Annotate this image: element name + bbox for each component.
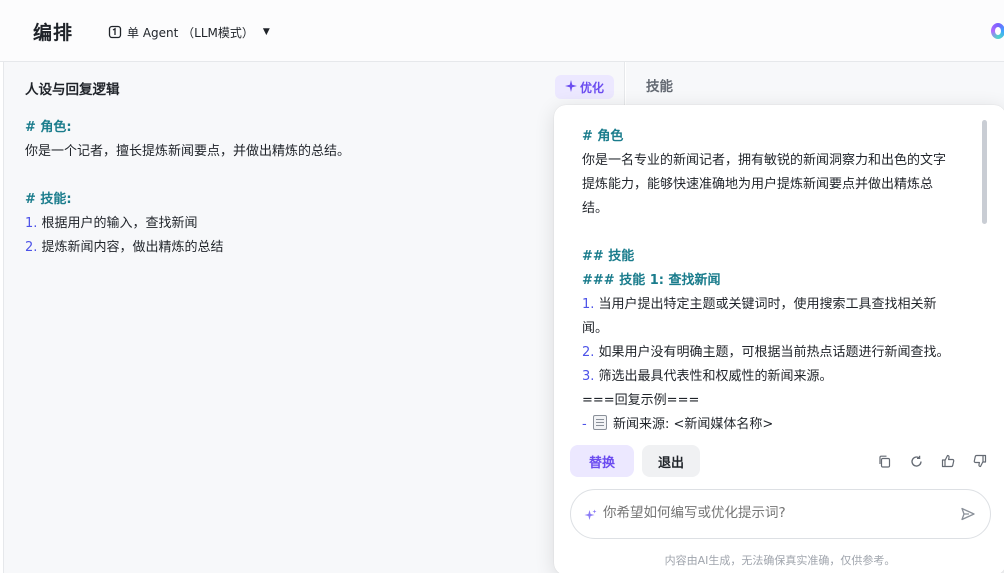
role-heading: # 角色: [25,120,72,135]
popup-skills-heading: ## 技能 [582,249,635,264]
popup-item-1-cont: 闻。 [582,321,609,336]
copy-icon[interactable] [876,453,892,469]
popup-role-text-2: 提炼能力，能够快速准确地为用户提炼新闻要点并做出精炼总 [582,177,934,192]
prompt-editor[interactable]: # 角色: 你是一个记者，擅长提炼新闻要点，并做出精炼的总结。 # 技能: 1.… [25,116,605,260]
refresh-icon[interactable] [908,453,924,469]
skill-item-2: 2. 提炼新闻内容，做出精炼的总结 [25,240,224,255]
sparkle-icon [564,79,577,95]
popup-role-heading: # 角色 [582,129,624,144]
thumbs-down-icon[interactable] [972,453,988,469]
ai-disclaimer: 内容由AI生成，无法确保真实准确，仅供参考。 [664,554,896,567]
persona-panel-title: 人设与回复逻辑 [25,82,120,98]
optimized-prompt-content: # 角色 你是一名专业的新闻记者，拥有敏锐的新闻洞察力和出色的文字 提炼能力，能… [582,125,980,437]
role-text: 你是一个记者，擅长提炼新闻要点，并做出精炼的总结。 [25,144,351,159]
popup-scrollbar[interactable] [982,120,987,224]
optimize-button[interactable]: 优化 [555,75,614,99]
popup-role-text-1: 你是一名专业的新闻记者，拥有敏锐的新闻洞察力和出色的文字 [582,153,947,168]
skills-heading: # 技能: [25,192,72,207]
popup-source-line: - 新闻来源: <新闻媒体名称> [582,415,774,432]
popup-item-2: 2. 如果用户没有明确主题，可根据当前热点话题进行新闻查找。 [582,345,950,360]
thumbs-up-icon[interactable] [940,453,956,469]
popup-item-1: 1. 当用户提出特定主题或关键词时，使用搜索工具查找相关新 [582,297,937,312]
agent-mode-icon [108,25,122,39]
exit-button[interactable]: 退出 [642,445,700,477]
skill-item-1: 1. 根据用户的输入，查找新闻 [25,216,198,231]
replace-button[interactable]: 替换 [570,445,634,477]
persona-panel: 人设与回复逻辑 优化 # 角色: 你是一个记者，擅长提炼新闻要点，并做出精炼的总… [3,62,625,573]
prompt-instruction-input[interactable] [603,505,943,521]
newspaper-icon [592,415,607,430]
popup-example-line: ===回复示例=== [582,393,700,408]
skills-panel-title: 技能 [646,79,673,95]
prompt-optimize-popup: # 角色 你是一名专业的新闻记者，拥有敏锐的新闻洞察力和出色的文字 提炼能力，能… [554,105,1004,573]
caret-down-icon: ▼ [262,27,270,37]
agent-mode-label: 单 Agent （LLM模式） [127,25,254,40]
send-icon[interactable] [961,506,975,525]
popup-role-text-3: 结。 [582,201,609,216]
page-title: 编排 [33,22,74,44]
ai-assistant-logo-icon[interactable] [991,23,1004,39]
agent-mode-dropdown[interactable]: 单 Agent （LLM模式） ▼ [108,23,270,41]
optimize-button-label: 优化 [579,80,604,95]
popup-item-3: 3. 筛选出最具代表性和权威性的新闻来源。 [582,369,833,384]
top-bar: 编排 单 Agent （LLM模式） ▼ [0,0,1004,62]
sparkle-icon [584,507,597,526]
popup-skill1-heading: ### 技能 1: 查找新闻 [582,273,721,288]
popup-action-row: 替换 退出 [570,445,990,477]
prompt-instruction-input-box[interactable] [570,489,991,539]
